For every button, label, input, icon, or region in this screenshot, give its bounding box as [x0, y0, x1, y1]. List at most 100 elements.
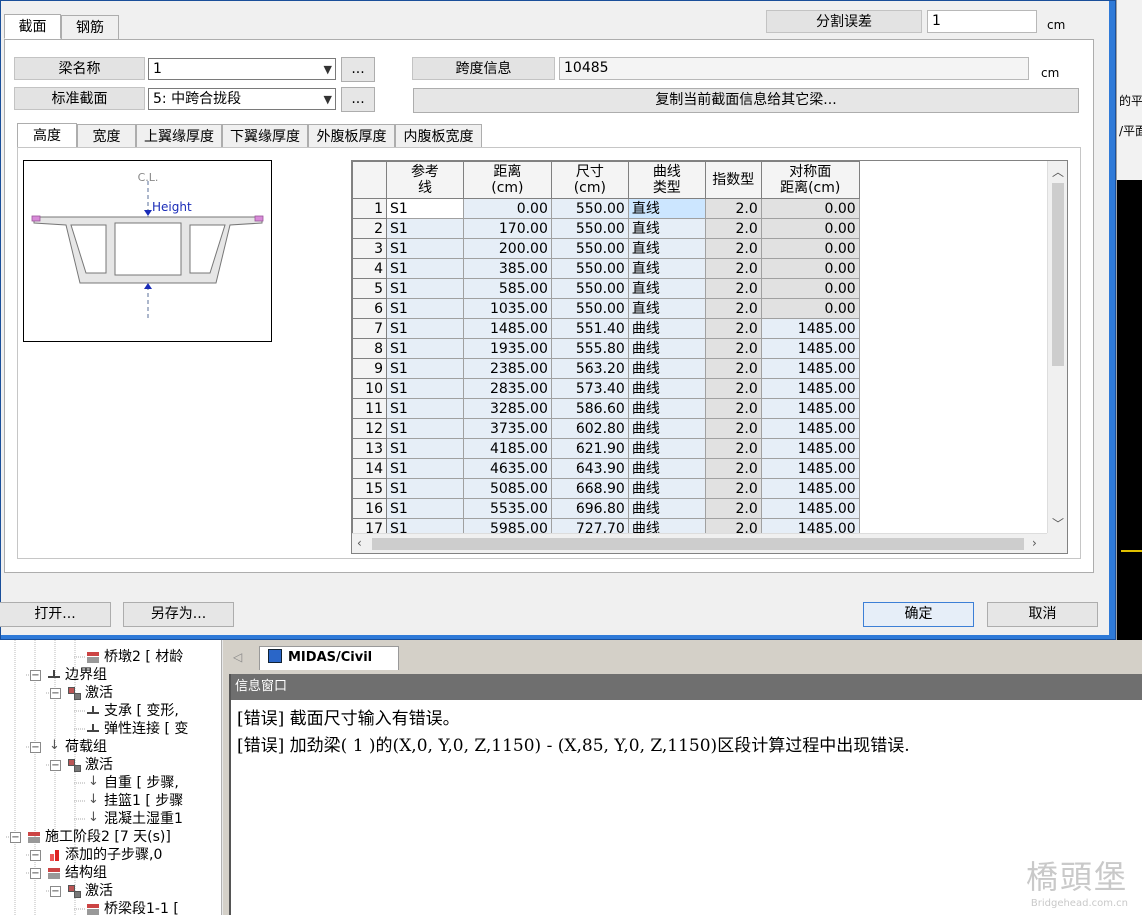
collapse-icon[interactable]: −	[30, 867, 41, 879]
ref-line-cell[interactable]: S1	[385, 358, 464, 379]
tree-item[interactable]: − 荷载组	[30, 737, 107, 756]
row-number-cell[interactable]: 12	[352, 418, 387, 439]
table-row[interactable]: 13 S1 4185.00 621.90 曲线 2.0 1485.00	[352, 438, 1049, 459]
column-header[interactable]: 参考线	[385, 161, 464, 199]
std-section-select[interactable]: 5: 中跨合拢段 ▼	[148, 88, 336, 110]
sym-distance-cell[interactable]: 1485.00	[760, 438, 860, 459]
distance-cell[interactable]: 2835.00	[462, 378, 552, 399]
ref-line-cell[interactable]: S1	[385, 278, 464, 299]
collapse-icon[interactable]: −	[30, 849, 41, 861]
tree-item[interactable]: − 添加的子步骤,0	[30, 846, 162, 864]
distance-cell[interactable]: 5085.00	[462, 478, 552, 499]
column-header[interactable]: 指数型	[704, 161, 762, 199]
curve-type-cell[interactable]: 曲线	[627, 458, 706, 479]
section-data-grid[interactable]: 参考线 距离 (cm) 尺寸 (cm) 曲线 类型 指数型 对称面 距离(cm) 1 S1…	[351, 160, 1068, 554]
tab-top-flange-thickness[interactable]: 上翼缘厚度	[136, 124, 222, 149]
table-row[interactable]: 5 S1 585.00 550.00 直线 2.0 0.00	[352, 278, 1049, 299]
table-row[interactable]: 9 S1 2385.00 563.20 曲线 2.0 1485.00	[352, 358, 1049, 379]
distance-cell[interactable]: 585.00	[462, 278, 552, 299]
distance-cell[interactable]: 170.00	[462, 218, 552, 239]
table-row[interactable]: 14 S1 4635.00 643.90 曲线 2.0 1485.00	[352, 458, 1049, 479]
row-number-cell[interactable]: 3	[352, 238, 387, 259]
table-row[interactable]: 10 S1 2835.00 573.40 曲线 2.0 1485.00	[352, 378, 1049, 399]
table-row[interactable]: 6 S1 1035.00 550.00 直线 2.0 0.00	[352, 298, 1049, 319]
size-cell[interactable]: 602.80	[550, 418, 629, 439]
ok-button[interactable]: 确定	[863, 602, 974, 627]
table-row[interactable]: 7 S1 1485.00 551.40 曲线 2.0 1485.00	[352, 318, 1049, 339]
cancel-button[interactable]: 取消	[987, 602, 1098, 627]
table-row[interactable]: 3 S1 200.00 550.00 直线 2.0 0.00	[352, 238, 1049, 259]
row-number-cell[interactable]: 13	[352, 438, 387, 459]
scroll-up-icon[interactable]: ︿	[1052, 163, 1064, 180]
tree-item[interactable]: − 结构组	[30, 864, 107, 882]
copy-section-button[interactable]: 复制当前截面信息给其它梁...	[413, 88, 1079, 113]
row-number-cell[interactable]: 16	[352, 498, 387, 519]
ref-line-cell[interactable]: S1	[385, 458, 464, 479]
curve-type-cell[interactable]: 曲线	[627, 478, 706, 499]
tab-height[interactable]: 高度	[17, 123, 77, 148]
tab-width[interactable]: 宽度	[77, 124, 136, 149]
tree-item[interactable]: 桥梁段1-1 [	[86, 900, 179, 915]
table-row[interactable]: 4 S1 385.00 550.00 直线 2.0 0.00	[352, 258, 1049, 279]
distance-cell[interactable]: 5535.00	[462, 498, 552, 519]
tree-item[interactable]: − 施工阶段2 [7 天(s)]	[10, 828, 171, 846]
curve-type-cell[interactable]: 曲线	[627, 378, 706, 399]
beam-name-select[interactable]: 1 ▼	[148, 58, 336, 80]
curve-type-cell[interactable]: 直线	[627, 218, 706, 239]
collapse-icon[interactable]: −	[50, 759, 61, 771]
ref-line-cell[interactable]: S1	[385, 418, 464, 439]
tree-item[interactable]: 桥墩2 [ 材龄	[86, 648, 183, 666]
distance-cell[interactable]: 200.00	[462, 238, 552, 259]
sym-distance-cell[interactable]: 1485.00	[760, 338, 860, 359]
ref-line-cell[interactable]: S1	[385, 338, 464, 359]
ref-line-cell[interactable]: S1	[385, 318, 464, 339]
curve-type-cell[interactable]: 曲线	[627, 498, 706, 519]
size-cell[interactable]: 643.90	[550, 458, 629, 479]
beam-name-browse-button[interactable]: ...	[341, 57, 375, 82]
tree-item[interactable]: − 激活	[50, 882, 113, 900]
size-cell[interactable]: 555.80	[550, 338, 629, 359]
ref-line-cell[interactable]: S1	[385, 438, 464, 459]
row-number-cell[interactable]: 1	[352, 198, 387, 219]
row-number-cell[interactable]: 11	[352, 398, 387, 419]
distance-cell[interactable]: 4635.00	[462, 458, 552, 479]
tree-item[interactable]: 挂篮1 [ 步骤	[86, 791, 183, 810]
curve-type-cell[interactable]: 曲线	[627, 438, 706, 459]
ref-line-cell[interactable]: S1	[385, 378, 464, 399]
tree-item[interactable]: − 边界组	[30, 666, 107, 684]
sym-distance-cell[interactable]: 1485.00	[760, 398, 860, 419]
ref-line-cell[interactable]: S1	[385, 498, 464, 519]
collapse-icon[interactable]: −	[30, 669, 41, 681]
row-number-cell[interactable]: 14	[352, 458, 387, 479]
size-cell[interactable]: 563.20	[550, 358, 629, 379]
row-number-cell[interactable]: 8	[352, 338, 387, 359]
sym-distance-cell[interactable]: 1485.00	[760, 358, 860, 379]
size-cell[interactable]: 668.90	[550, 478, 629, 499]
curve-type-cell[interactable]: 直线	[627, 278, 706, 299]
ref-line-cell[interactable]: S1	[385, 398, 464, 419]
row-number-cell[interactable]: 9	[352, 358, 387, 379]
model-viewport[interactable]	[1117, 180, 1142, 640]
tree-item[interactable]: − 激活	[50, 756, 113, 774]
column-header[interactable]: 尺寸 (cm)	[550, 161, 629, 199]
grid-horizontal-scrollbar[interactable]: ‹ ›	[352, 533, 1049, 553]
distance-cell[interactable]: 3285.00	[462, 398, 552, 419]
distance-cell[interactable]: 4185.00	[462, 438, 552, 459]
tab-midas-civil[interactable]: MIDAS/Civil	[259, 646, 399, 670]
collapse-icon[interactable]: −	[30, 741, 41, 753]
size-cell[interactable]: 550.00	[550, 258, 629, 279]
row-number-cell[interactable]: 7	[352, 318, 387, 339]
ref-line-cell[interactable]: S1	[385, 238, 464, 259]
size-cell[interactable]: 550.00	[550, 278, 629, 299]
ref-line-cell[interactable]: S1	[385, 258, 464, 279]
distance-cell[interactable]: 1935.00	[462, 338, 552, 359]
table-row[interactable]: 1 S1 0.00 550.00 直线 2.0 0.00	[352, 198, 1049, 219]
size-cell[interactable]: 550.00	[550, 198, 629, 219]
std-section-browse-button[interactable]: ...	[341, 87, 375, 112]
open-button[interactable]: 打开...	[0, 602, 111, 627]
tree-item[interactable]: 自重 [ 步骤,	[86, 773, 179, 792]
size-cell[interactable]: 550.00	[550, 218, 629, 239]
distance-cell[interactable]: 385.00	[462, 258, 552, 279]
tree-item[interactable]: 弹性连接 [ 变	[86, 720, 188, 738]
table-row[interactable]: 16 S1 5535.00 696.80 曲线 2.0 1485.00	[352, 498, 1049, 519]
